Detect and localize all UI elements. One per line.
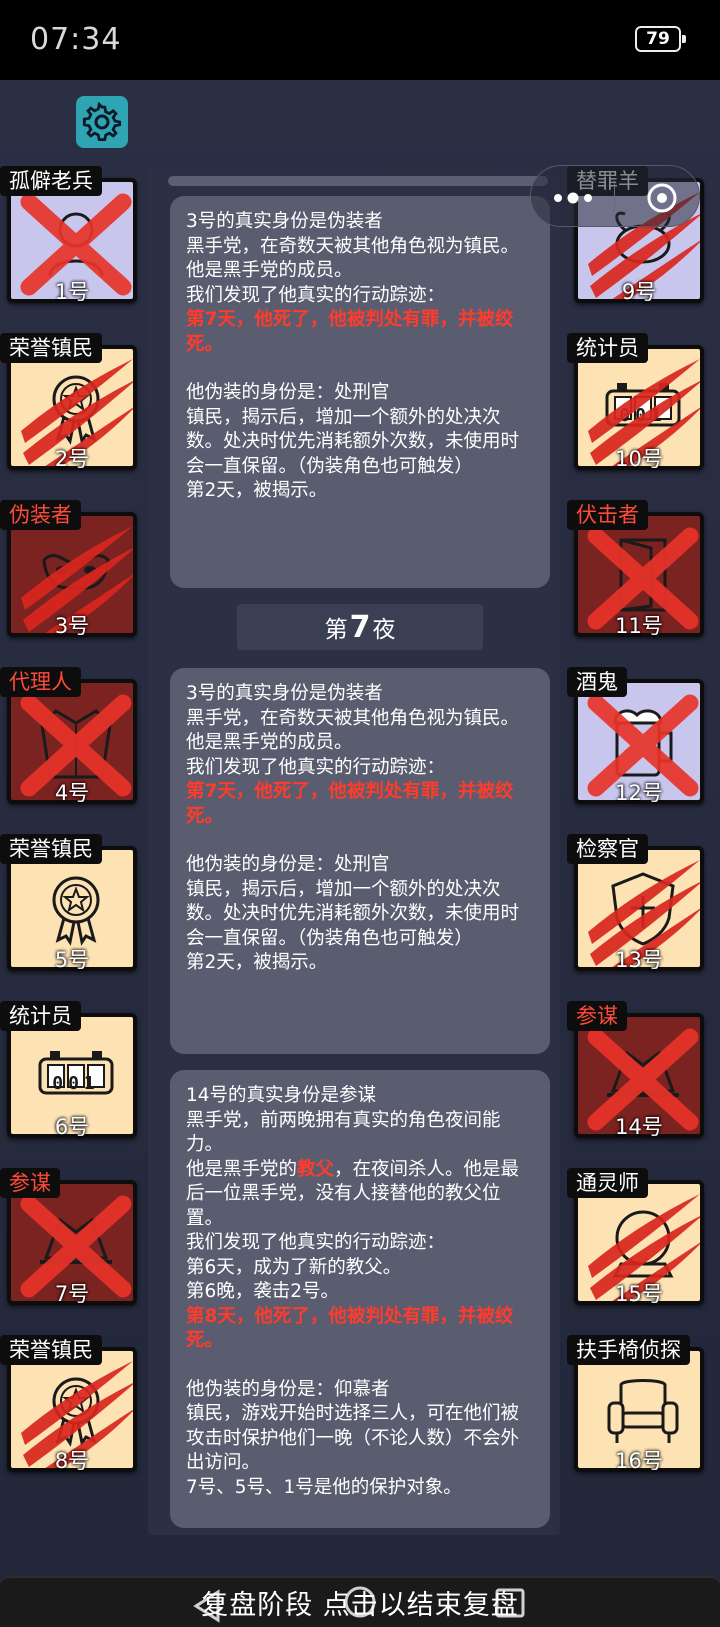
log-line: 他伪装的身份是：处刑官 [186, 382, 390, 403]
role-label: 参谋 [0, 1168, 60, 1198]
player-card[interactable]: 001统计员10号 [567, 333, 705, 471]
night-prefix: 第 [324, 617, 348, 643]
log-line: 黑手党，在奇数天被其他角色视为镇民。 [186, 707, 520, 729]
log-line: 镇民，揭示后，增加一个额外的处决次数。处决时优先消耗额外次数，未使用时会一直保留… [186, 878, 520, 949]
log-message: 14号的真实身份是参谋 黑手党，前两晚拥有真实的角色夜间能力。 他是黑手党的教父… [170, 1070, 550, 1528]
log-text: 他是黑手党的 [186, 1158, 298, 1180]
log-line: 镇民，游戏开始时选择三人，可在他们被攻击时保护他们一晚（不论人数）不会外出访问。 [186, 1403, 520, 1473]
seat-number: 3号 [54, 614, 90, 638]
log-message: 3号的真实身份是伪装者 黑手党，在奇数天被其他角色视为镇民。 他是黑手党的成员。… [170, 668, 550, 1054]
log-line-highlight: 第8天，他死了，他被判处有罪，并被绞死。 [186, 1305, 514, 1352]
log-line: 他是黑手党的成员。 [186, 260, 353, 281]
player-card[interactable]: 参谋 7号 [0, 1168, 138, 1306]
seat-number: 15号 [615, 1282, 663, 1306]
player-card[interactable]: 孤僻老兵 1号 [0, 166, 138, 304]
status-time: 07:34 [30, 22, 122, 57]
more-icon[interactable] [553, 192, 593, 204]
night-number: 7 [349, 609, 371, 645]
seat-number: 16号 [615, 1449, 663, 1473]
player-card[interactable]: 酒鬼 12号 [567, 667, 705, 805]
close-miniprogram-icon[interactable] [646, 182, 678, 214]
log-line: 他伪装的身份是：仰慕者 [186, 1378, 390, 1400]
log-message: 3号的真实身份是伪装者 黑手党，在奇数天被其他角色视为镇民。 他是黑手党的成员。… [170, 196, 550, 588]
player-card[interactable]: 001 统计员 6号 [0, 1001, 138, 1139]
role-label: 孤僻老兵 [0, 166, 102, 196]
role-label: 伪装者 [0, 500, 81, 530]
seat-number: 7号 [54, 1282, 90, 1306]
end-review-button[interactable]: 复盘阶段 点击以结束复盘 [0, 1576, 720, 1627]
capsule-divider [614, 181, 615, 213]
end-review-label: 复盘阶段 点击以结束复盘 [201, 1590, 519, 1621]
night-header: 第7夜 [237, 604, 483, 650]
armchair-icon [607, 1379, 679, 1443]
log-line: 我们发现了他真实的行动踪迹： [186, 1232, 446, 1253]
log-line: 黑手党，在奇数天被其他角色视为镇民。 [186, 235, 520, 257]
log-line: 黑手党，前两晚拥有真实的角色夜间能力。 [186, 1109, 501, 1156]
role-label: 扶手椅侦探 [567, 1335, 690, 1365]
seat-number: 9号 [621, 280, 657, 304]
scroll-indicator [168, 176, 548, 186]
night-suffix: 夜 [372, 617, 396, 643]
medal-icon [52, 876, 100, 946]
log-line: 第6天，成为了新的教父。 [186, 1256, 402, 1278]
role-label: 酒鬼 [567, 667, 627, 697]
seat-number: 12号 [615, 781, 663, 805]
miniprogram-capsule [530, 165, 700, 227]
role-label: 荣誉镇民 [0, 333, 102, 363]
role-label: 荣誉镇民 [0, 834, 102, 864]
log-line: 镇民，揭示后，增加一个额外的处决次数。处决时优先消耗额外次数，未使用时会一直保留… [186, 406, 520, 477]
role-label: 检察官 [567, 834, 648, 864]
log-line-highlight: 第7天，他死了，他被判处有罪，并被绞死。 [186, 781, 514, 827]
role-label: 通灵师 [567, 1168, 648, 1198]
role-label: 伏击者 [567, 500, 648, 530]
role-label: 荣誉镇民 [0, 1335, 102, 1365]
log-line: 14号的真实身份是参谋 [186, 1085, 377, 1106]
player-card[interactable]: 通灵师 15号 [567, 1168, 705, 1306]
log-line: 3号的真实身份是伪装者 [186, 211, 383, 232]
log-line-highlight: 第7天，他死了，他被判处有罪，并被绞死。 [186, 309, 514, 355]
log-line: 第6晚，袭击2号。 [186, 1281, 340, 1302]
battery-icon: 79 [635, 26, 686, 52]
player-card[interactable]: 荣誉镇民 8号 [0, 1335, 138, 1473]
role-label: 统计员 [0, 1001, 81, 1031]
player-card[interactable]: 伏击者 11号 [567, 500, 705, 638]
seat-number: 1号 [54, 280, 90, 304]
seat-number: 2号 [54, 447, 90, 471]
gear-icon [82, 102, 122, 142]
seat-number: 4号 [54, 781, 90, 805]
seat-number: 5号 [54, 948, 90, 972]
seat-number: 10号 [615, 447, 663, 471]
log-line: 我们发现了他真实的行动踪迹： [186, 756, 446, 778]
log-line: 他是黑手党的成员。 [186, 732, 353, 753]
status-bar: 07:34 79 [0, 0, 720, 80]
role-label: 统计员 [567, 333, 648, 363]
seat-number: 8号 [54, 1449, 90, 1473]
log-line: 我们发现了他真实的行动踪迹： [186, 284, 446, 306]
log-line: 第2天，被揭示。 [186, 952, 328, 973]
counter-digits: 001 [52, 1073, 100, 1094]
player-card[interactable]: 代理人 4号 [0, 667, 138, 805]
seat-number: 6号 [54, 1115, 90, 1139]
log-line: 3号的真实身份是伪装者 [186, 683, 383, 704]
log-line: 7号、5号、1号是他的保护对象。 [186, 1476, 462, 1498]
settings-button[interactable] [76, 96, 128, 148]
player-card[interactable]: 伪装者 3号 [0, 500, 138, 638]
player-card[interactable]: 荣誉镇民 5号 [0, 834, 138, 972]
player-card[interactable]: 扶手椅侦探 16号 [567, 1335, 705, 1473]
player-card[interactable]: 荣誉镇民 2号 [0, 333, 138, 471]
seat-number: 13号 [615, 948, 663, 972]
log-text-highlight: 教父 [297, 1158, 335, 1180]
log-line: 他伪装的身份是：处刑官 [186, 854, 390, 875]
role-label: 参谋 [567, 1001, 627, 1031]
log-line: 第2天，被揭示。 [186, 480, 328, 501]
player-card[interactable]: 检察官 13号 [567, 834, 705, 972]
role-label: 代理人 [0, 667, 81, 697]
seat-number: 14号 [615, 1115, 663, 1139]
player-card[interactable]: 参谋 14号 [567, 1001, 705, 1139]
seat-number: 11号 [615, 614, 663, 638]
